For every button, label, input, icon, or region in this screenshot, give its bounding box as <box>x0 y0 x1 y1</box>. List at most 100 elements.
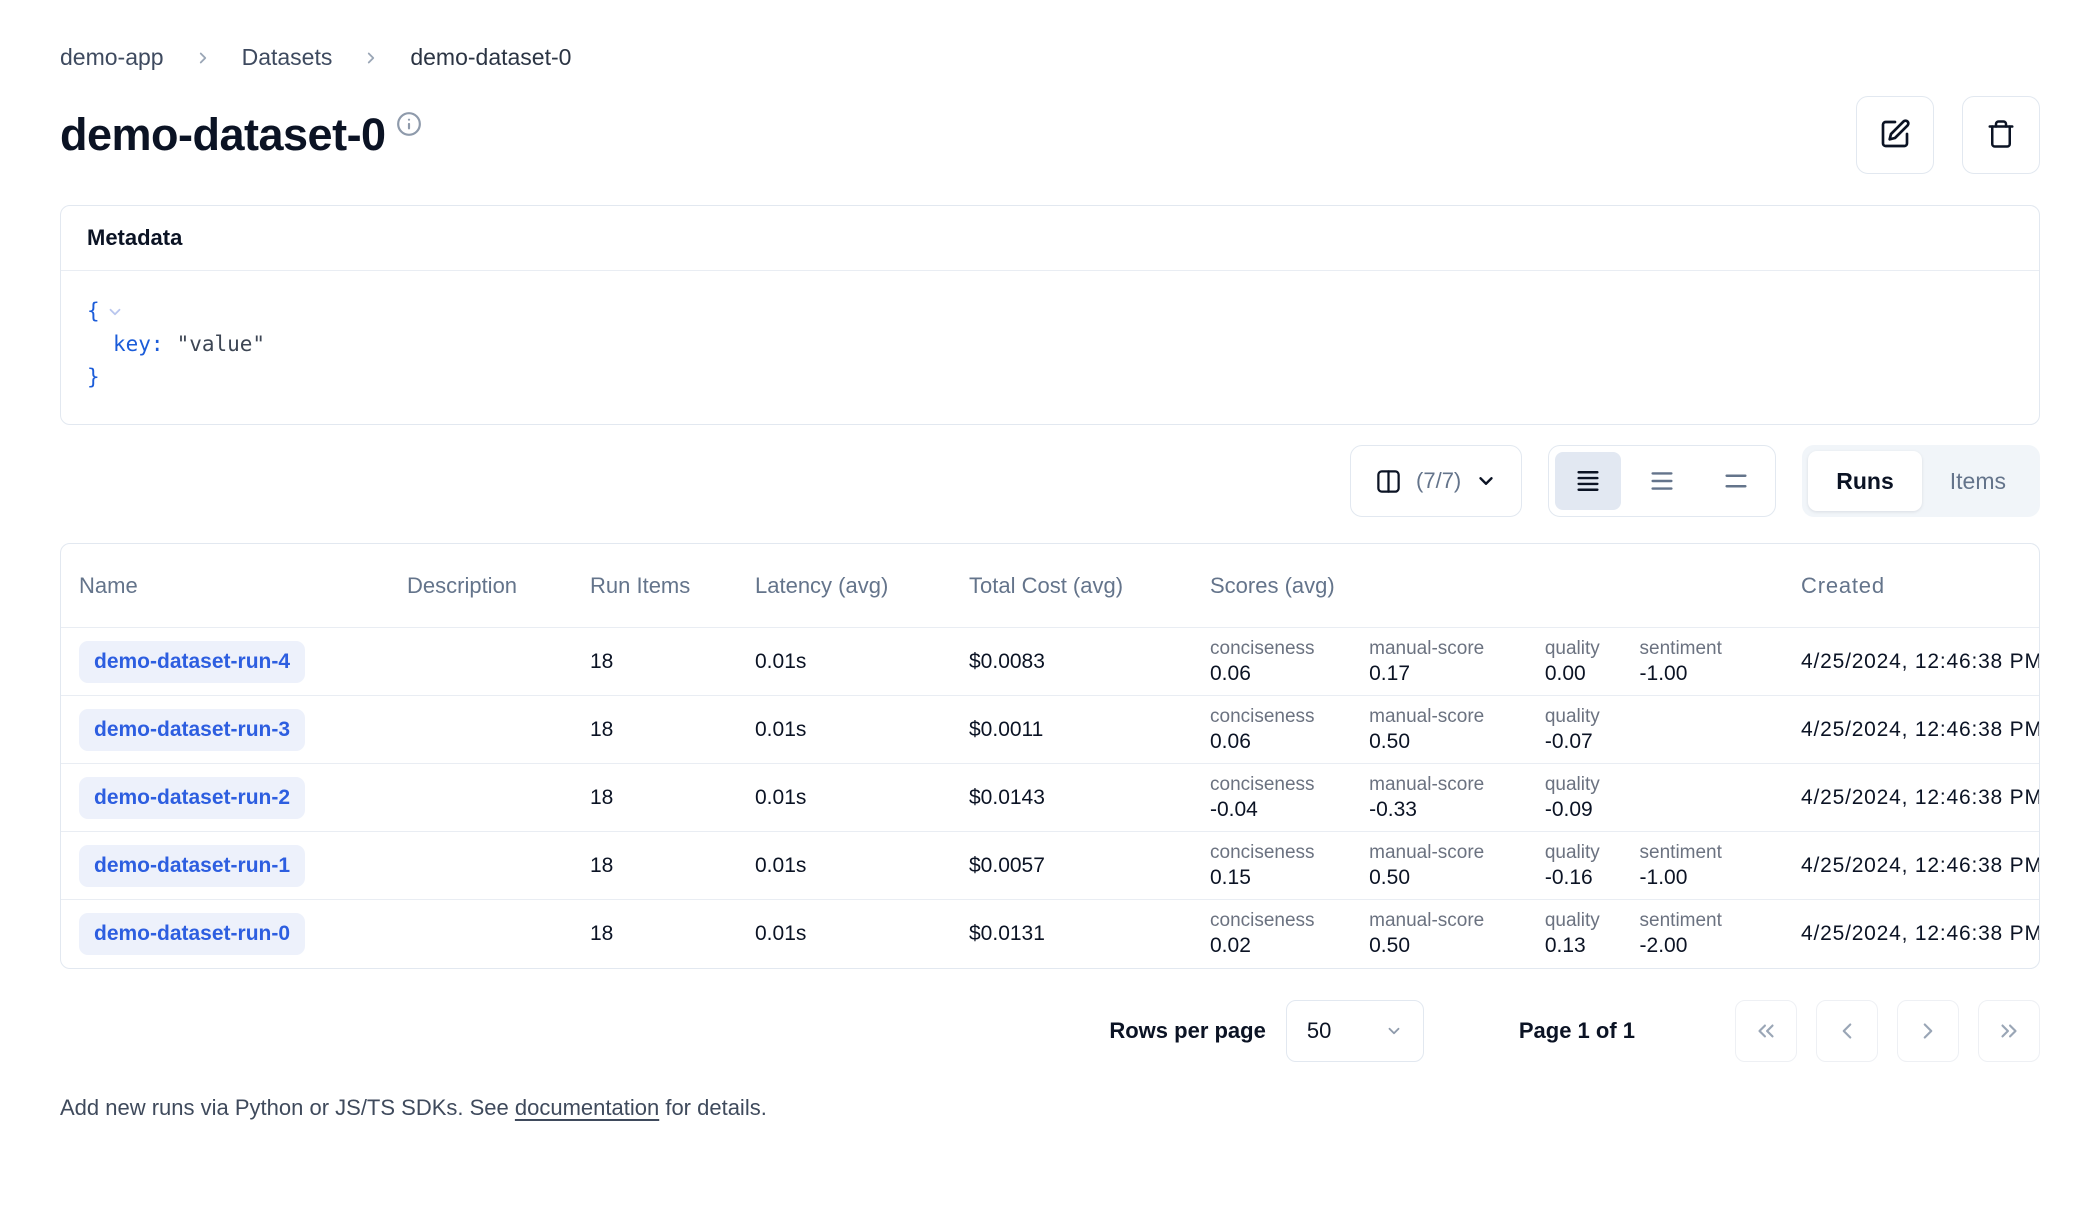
metadata-panel-title: Metadata <box>61 206 2039 271</box>
last-page-button[interactable] <box>1978 1000 2040 1062</box>
score-label: conciseness <box>1210 705 1369 729</box>
run-scores-cell: conciseness0.06manual-score0.17quality0.… <box>1194 637 1785 687</box>
score-value: 0.06 <box>1210 661 1369 687</box>
table-header-row: Name Description Run Items Latency (avg)… <box>61 544 2040 628</box>
score-label: quality <box>1545 841 1640 865</box>
runs-table-body: demo-dataset-run-4 18 0.01s $0.0083 conc… <box>61 628 2040 968</box>
run-items-cell: 18 <box>574 854 739 878</box>
next-page-button[interactable] <box>1897 1000 1959 1062</box>
run-latency-cell: 0.01s <box>739 718 953 742</box>
run-created-cell: 4/25/2024, 12:46:38 PM <box>1785 786 2040 810</box>
run-scores-cell: conciseness0.06manual-score0.50quality-0… <box>1194 705 1785 755</box>
run-name-cell: demo-dataset-run-0 <box>61 913 391 955</box>
run-name-link[interactable]: demo-dataset-run-3 <box>79 709 305 751</box>
json-key: key: <box>113 328 164 361</box>
metadata-panel: Metadata { key: "value" } <box>60 205 2040 425</box>
chevrons-left-icon <box>1753 1018 1779 1044</box>
json-open-brace: { <box>87 295 100 328</box>
chevron-down-icon <box>1385 1022 1403 1040</box>
breadcrumb-item-current: demo-dataset-0 <box>410 44 571 71</box>
tab-items[interactable]: Items <box>1922 451 2034 511</box>
row-height-small-button[interactable] <box>1555 452 1621 510</box>
square-pen-icon <box>1879 118 1911 153</box>
view-tabs: Runs Items <box>1802 445 2040 517</box>
title-row: demo-dataset-0 <box>60 95 2040 175</box>
tab-runs[interactable]: Runs <box>1808 451 1922 511</box>
column-visibility-button[interactable]: (7/7) <box>1350 445 1522 517</box>
run-name-cell: demo-dataset-run-1 <box>61 845 391 887</box>
run-name-link[interactable]: demo-dataset-run-1 <box>79 845 305 887</box>
run-name-cell: demo-dataset-run-2 <box>61 777 391 819</box>
run-name-link[interactable]: demo-dataset-run-4 <box>79 641 305 683</box>
score-value: -1.00 <box>1640 661 1785 687</box>
first-page-button[interactable] <box>1735 1000 1797 1062</box>
table-row: demo-dataset-run-0 18 0.01s $0.0131 conc… <box>61 900 2040 968</box>
score-label: sentiment <box>1640 841 1785 865</box>
table-row: demo-dataset-run-2 18 0.01s $0.0143 conc… <box>61 764 2040 832</box>
run-name-link[interactable]: demo-dataset-run-0 <box>79 913 305 955</box>
column-header-created: Created <box>1785 573 2040 599</box>
run-name-cell: demo-dataset-run-4 <box>61 641 391 683</box>
breadcrumb-item-project[interactable]: demo-app <box>60 44 164 71</box>
run-name-cell: demo-dataset-run-3 <box>61 709 391 751</box>
score-label: quality <box>1545 705 1640 729</box>
chevron-left-icon <box>1834 1018 1860 1044</box>
run-created-cell: 4/25/2024, 12:46:38 PM <box>1785 718 2040 742</box>
score-value: -0.33 <box>1369 797 1545 823</box>
rows-small-icon <box>1574 467 1602 495</box>
score-slot: quality0.00 <box>1545 637 1640 687</box>
score-slot: sentiment-1.00 <box>1640 637 1785 687</box>
run-items-cell: 18 <box>574 786 739 810</box>
column-header-name: Name <box>61 573 391 599</box>
score-slot: manual-score0.17 <box>1369 637 1545 687</box>
chevrons-right-icon <box>1996 1018 2022 1044</box>
documentation-link[interactable]: documentation <box>515 1095 659 1120</box>
runs-table: Name Description Run Items Latency (avg)… <box>60 543 2040 969</box>
score-value: 0.15 <box>1210 865 1369 891</box>
score-label: quality <box>1545 909 1640 933</box>
score-slot: quality-0.16 <box>1545 841 1640 891</box>
pagination-nav <box>1735 1000 2040 1062</box>
run-latency-cell: 0.01s <box>739 786 953 810</box>
score-value: 0.06 <box>1210 729 1369 755</box>
rows-per-page-select[interactable]: 50 <box>1286 1000 1424 1062</box>
json-close-brace: } <box>87 361 100 394</box>
score-label: manual-score <box>1369 773 1545 797</box>
score-slot: quality-0.07 <box>1545 705 1640 755</box>
score-label: manual-score <box>1369 705 1545 729</box>
score-slot: conciseness0.06 <box>1210 637 1369 687</box>
run-created-cell: 4/25/2024, 12:46:38 PM <box>1785 854 2040 878</box>
score-value: 0.50 <box>1369 933 1545 959</box>
delete-dataset-button[interactable] <box>1962 96 2040 174</box>
run-created-cell: 4/25/2024, 12:46:38 PM <box>1785 650 2040 674</box>
rows-large-icon <box>1722 467 1750 495</box>
score-label: quality <box>1545 773 1640 797</box>
run-total-cost-cell: $0.0011 <box>953 718 1194 742</box>
run-name-link[interactable]: demo-dataset-run-2 <box>79 777 305 819</box>
score-slot: conciseness0.06 <box>1210 705 1369 755</box>
score-slot: conciseness0.15 <box>1210 841 1369 891</box>
collapse-json-icon[interactable] <box>106 303 124 321</box>
info-icon[interactable] <box>396 111 422 142</box>
edit-dataset-button[interactable] <box>1856 96 1934 174</box>
row-height-medium-button[interactable] <box>1629 452 1695 510</box>
row-height-large-button[interactable] <box>1703 452 1769 510</box>
score-label: manual-score <box>1369 909 1545 933</box>
breadcrumb: demo-app Datasets demo-dataset-0 <box>60 44 2040 71</box>
run-latency-cell: 0.01s <box>739 922 953 946</box>
score-label: sentiment <box>1640 909 1785 933</box>
column-header-scores: Scores (avg) <box>1194 573 1785 599</box>
score-value: 0.00 <box>1545 661 1640 687</box>
column-header-latency: Latency (avg) <box>739 573 953 599</box>
breadcrumb-item-datasets[interactable]: Datasets <box>242 44 333 71</box>
trash-icon <box>1986 119 2016 152</box>
previous-page-button[interactable] <box>1816 1000 1878 1062</box>
run-total-cost-cell: $0.0143 <box>953 786 1194 810</box>
score-value: 0.02 <box>1210 933 1369 959</box>
table-row: demo-dataset-run-4 18 0.01s $0.0083 conc… <box>61 628 2040 696</box>
table-row: demo-dataset-run-1 18 0.01s $0.0057 conc… <box>61 832 2040 900</box>
score-value: 0.50 <box>1369 865 1545 891</box>
score-value: 0.17 <box>1369 661 1545 687</box>
chevron-down-icon <box>1475 470 1497 492</box>
run-total-cost-cell: $0.0083 <box>953 650 1194 674</box>
